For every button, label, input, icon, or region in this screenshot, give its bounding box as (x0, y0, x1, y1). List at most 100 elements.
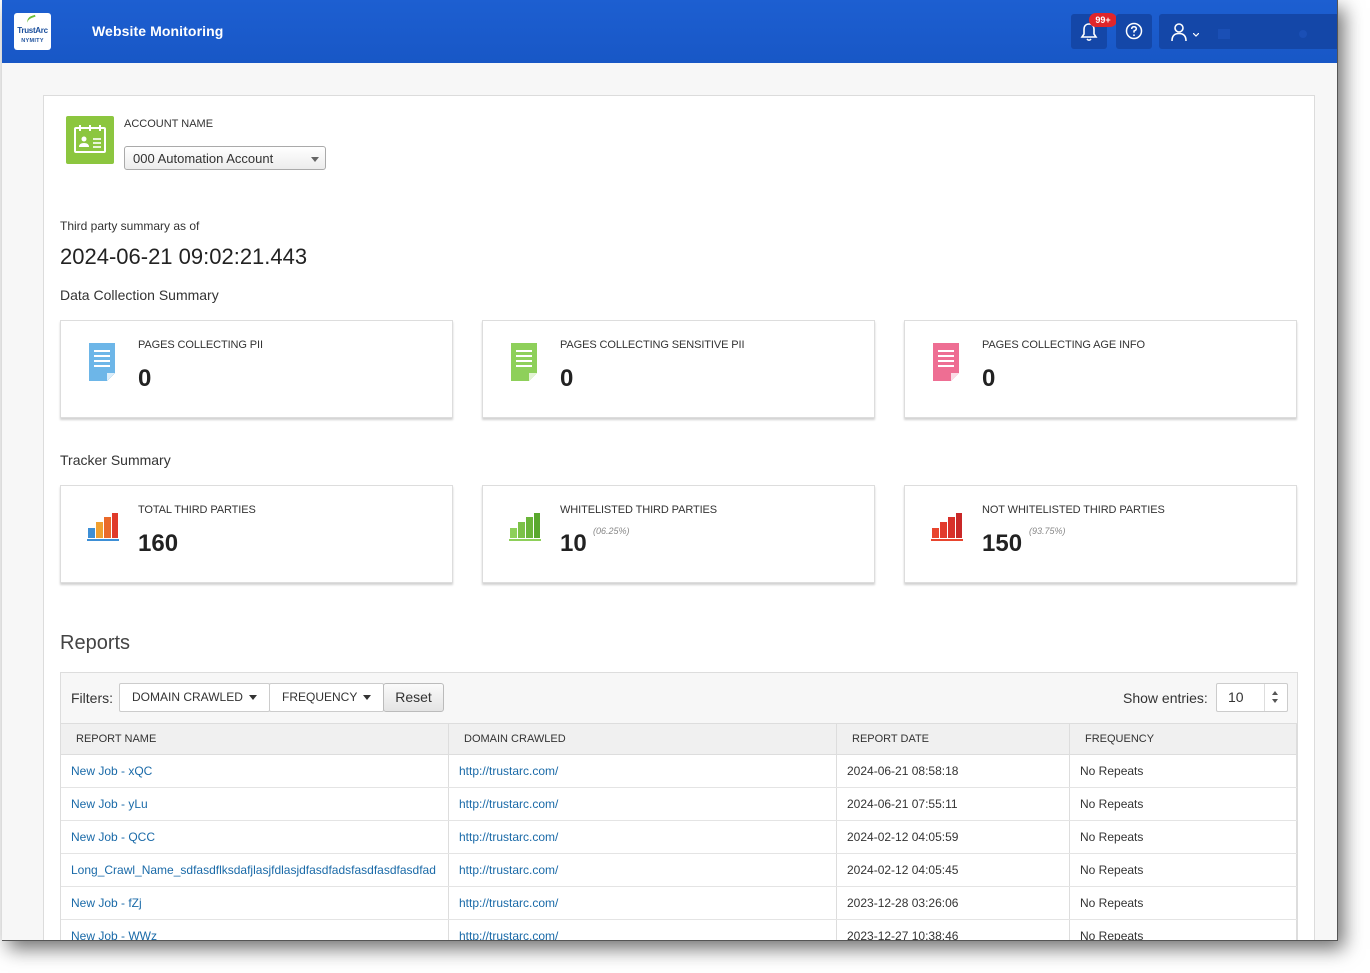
col-frequency[interactable]: FREQUENCY (1069, 723, 1297, 755)
filter-label: FREQUENCY (282, 690, 358, 704)
reset-button[interactable]: Reset (383, 683, 444, 712)
card-label: PAGES COLLECTING AGE INFO (982, 339, 1145, 351)
summary-date: 2024-06-21 09:02:21.443 (60, 244, 308, 269)
table-row: Long_Crawl_Name_sdfasdflksdafjlasjfdlasj… (61, 853, 1297, 887)
report-frequency: No Repeats (1069, 754, 1297, 788)
user-icon (1171, 23, 1187, 42)
spinner-up-icon (1272, 691, 1278, 695)
user-name-redacted (1218, 29, 1230, 39)
domain-link[interactable]: http://trustarc.com/ (459, 830, 558, 844)
top-bar: TrustArc NYMITY Website Monitoring 99+ (2, 0, 1337, 63)
help-icon (1125, 22, 1143, 40)
domain-link[interactable]: http://trustarc.com/ (459, 797, 558, 811)
report-name-link[interactable]: New Job - yLu (71, 797, 148, 811)
table-row: New Job - QCC http://trustarc.com/ 2024-… (61, 820, 1297, 854)
report-date: 2024-02-12 04:05:59 (836, 820, 1070, 854)
caret-down-icon (363, 695, 372, 701)
report-name-link[interactable]: New Job - xQC (71, 764, 152, 778)
bar-chart-icon (509, 513, 541, 541)
document-icon (89, 343, 115, 381)
bar-chart-icon (931, 513, 963, 541)
report-frequency: No Repeats (1069, 820, 1297, 854)
card-percentage: (06.25%) (593, 526, 630, 536)
dropdown-caret-icon (311, 157, 319, 162)
total-third-parties-card: TOTAL THIRD PARTIES 160 (60, 485, 453, 583)
show-entries-label: Show entries: (1123, 690, 1208, 706)
filters-label: Filters: (71, 690, 113, 706)
logo-subtext: NYMITY (21, 38, 44, 44)
col-report-name[interactable]: REPORT NAME (61, 723, 449, 755)
pii-card: PAGES COLLECTING PII 0 (60, 320, 453, 418)
domain-link[interactable]: http://trustarc.com/ (459, 764, 558, 778)
table-row: New Job - WWz http://trustarc.com/ 2023-… (61, 919, 1297, 940)
domain-crawled-filter[interactable]: DOMAIN CRAWLED (119, 683, 270, 712)
chevron-down-icon (1193, 33, 1199, 37)
report-name-link[interactable]: New Job - fZj (71, 896, 142, 910)
domain-link[interactable]: http://trustarc.com/ (459, 863, 558, 877)
card-value: 0 (138, 365, 152, 392)
card-label: WHITELISTED THIRD PARTIES (560, 504, 718, 516)
domain-link[interactable]: http://trustarc.com/ (459, 929, 558, 940)
card-value: 150 (982, 530, 1023, 557)
tracker-summary-title: Tracker Summary (60, 452, 171, 468)
reports-table: REPORT NAME DOMAIN CRAWLED REPORT DATE F… (61, 723, 1297, 940)
table-row: New Job - xQC http://trustarc.com/ 2024-… (61, 754, 1297, 788)
card-label: PAGES COLLECTING PII (138, 339, 263, 351)
document-icon (933, 343, 959, 381)
account-name-label: ACCOUNT NAME (124, 118, 214, 130)
summary-as-of-label: Third party summary as of (60, 219, 200, 233)
report-date: 2023-12-28 03:26:06 (836, 886, 1070, 920)
bar-chart-icon (87, 513, 119, 541)
report-date: 2023-12-27 10:38:46 (836, 919, 1070, 940)
col-report-date[interactable]: REPORT DATE (836, 723, 1070, 755)
col-domain-crawled[interactable]: DOMAIN CRAWLED (448, 723, 837, 755)
card-value: 0 (560, 365, 574, 392)
card-percentage: (93.75%) (1029, 526, 1066, 536)
report-frequency: No Repeats (1069, 853, 1297, 887)
account-select[interactable]: 000 Automation Account (124, 146, 326, 170)
caret-down-icon (248, 695, 257, 701)
report-date: 2024-06-21 07:55:11 (836, 787, 1070, 821)
table-row: New Job - yLu http://trustarc.com/ 2024-… (61, 787, 1297, 821)
domain-link[interactable]: http://trustarc.com/ (459, 896, 558, 910)
table-header-row: REPORT NAME DOMAIN CRAWLED REPORT DATE F… (61, 723, 1297, 755)
number-spinner[interactable] (1264, 684, 1287, 711)
card-value: 10 (560, 530, 587, 557)
trustarc-logo[interactable]: TrustArc NYMITY (14, 13, 51, 50)
user-menu-button[interactable] (1159, 14, 1337, 49)
sensitive-pii-card: PAGES COLLECTING SENSITIVE PII 0 (482, 320, 875, 418)
frequency-filter[interactable]: FREQUENCY (269, 683, 385, 712)
card-label: NOT WHITELISTED THIRD PARTIES (982, 504, 1165, 516)
show-entries-value: 10 (1228, 689, 1244, 705)
app-title: Website Monitoring (92, 23, 224, 39)
user-status-dot (1299, 30, 1307, 38)
help-button[interactable] (1116, 14, 1152, 49)
not-whitelisted-third-parties-card: NOT WHITELISTED THIRD PARTIES 150 (93.75… (904, 485, 1297, 583)
report-name-link[interactable]: Long_Crawl_Name_sdfasdflksdafjlasjfdlasj… (71, 863, 436, 877)
filter-label: DOMAIN CRAWLED (132, 690, 243, 704)
card-label: TOTAL THIRD PARTIES (138, 504, 256, 516)
show-entries-input[interactable]: 10 (1216, 683, 1288, 712)
spinner-down-icon (1272, 699, 1278, 703)
card-label: PAGES COLLECTING SENSITIVE PII (560, 339, 745, 351)
reports-table-container: Filters: DOMAIN CRAWLED FREQUENCY Reset … (60, 672, 1298, 940)
card-value: 160 (138, 530, 179, 557)
id-card-icon (66, 116, 114, 164)
notification-badge: 99+ (1089, 13, 1117, 27)
report-name-link[interactable]: New Job - WWz (71, 929, 157, 940)
reports-title: Reports (60, 632, 131, 654)
document-icon (511, 343, 537, 381)
report-name-link[interactable]: New Job - QCC (71, 830, 155, 844)
report-date: 2024-02-12 04:05:45 (836, 853, 1070, 887)
report-frequency: No Repeats (1069, 919, 1297, 940)
whitelisted-third-parties-card: WHITELISTED THIRD PARTIES 10 (06.25%) (482, 485, 875, 583)
report-frequency: No Repeats (1069, 787, 1297, 821)
report-frequency: No Repeats (1069, 886, 1297, 920)
report-date: 2024-06-21 08:58:18 (836, 754, 1070, 788)
data-collection-title: Data Collection Summary (60, 287, 219, 303)
main-panel: ACCOUNT NAME 000 Automation Account Thir… (43, 95, 1315, 940)
table-row: New Job - fZj http://trustarc.com/ 2023-… (61, 886, 1297, 920)
logo-text: TrustArc (17, 26, 48, 35)
card-value: 0 (982, 365, 996, 392)
app-window: TrustArc NYMITY Website Monitoring 99+ A… (2, 0, 1338, 941)
